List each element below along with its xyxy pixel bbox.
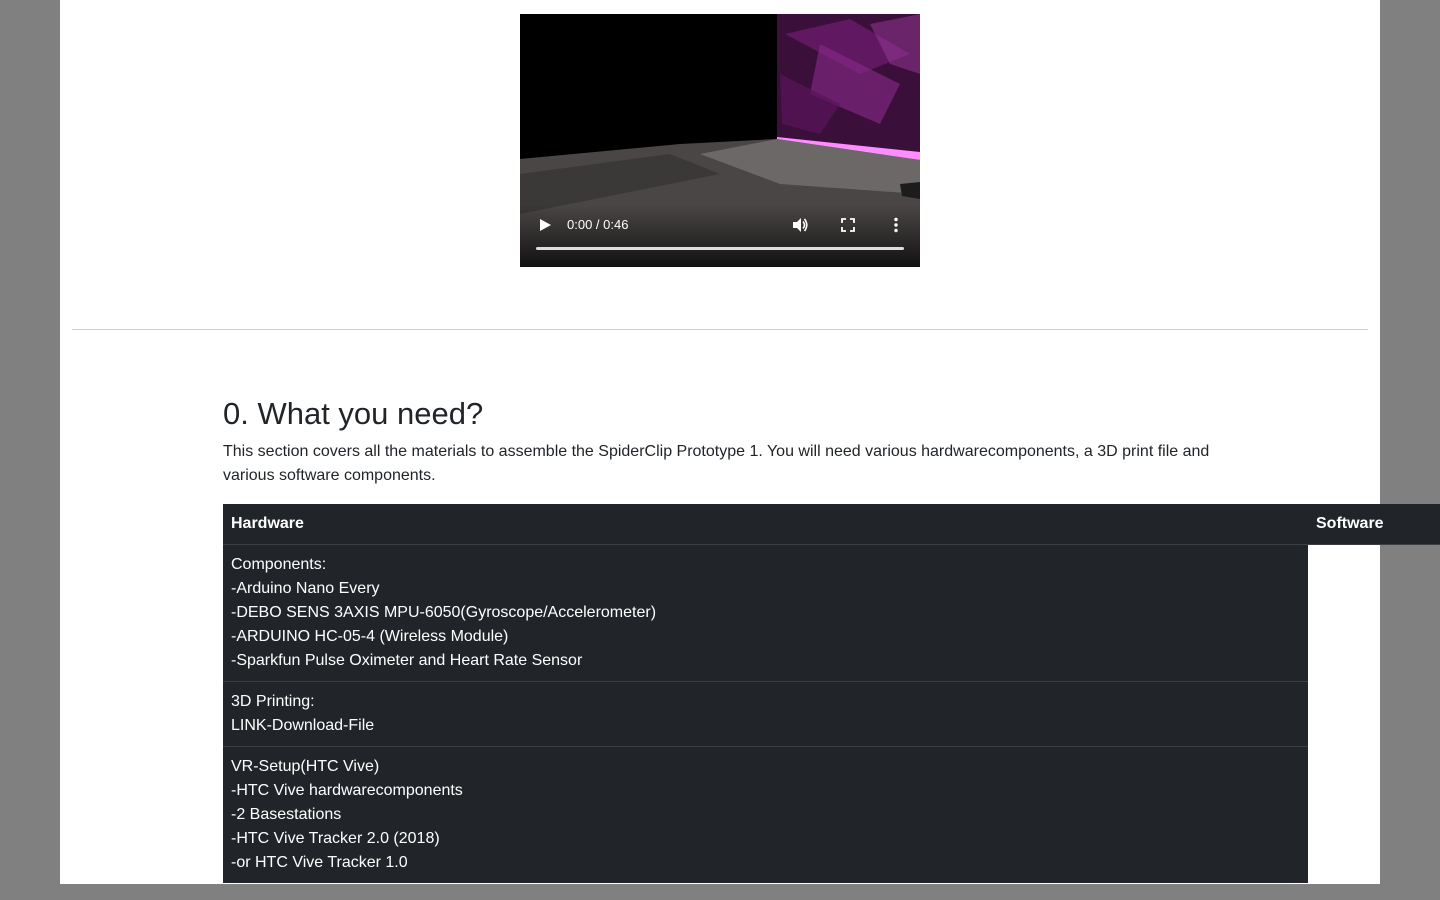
table-row: Components: -Arduino Nano Every -DEBO SE…	[223, 545, 1308, 682]
video-controls: 0:00 / 0:46	[520, 205, 920, 267]
header-hardware: Hardware	[231, 515, 304, 532]
download-file-link[interactable]: LINK-Download-File	[231, 714, 1300, 738]
table-cell-line: -HTC Vive hardwarecomponents	[231, 782, 463, 799]
materials-table-header: Hardware Software	[223, 504, 1440, 545]
header-software: Software	[1316, 515, 1384, 532]
more-vertical-icon[interactable]	[887, 216, 905, 234]
section-content: 0. What you need? This section covers al…	[223, 392, 1223, 488]
table-cell-line: Components:	[231, 556, 327, 573]
table-cell-line: -or HTC Vive Tracker 1.0	[231, 854, 408, 871]
table-cell-line: -ARDUINO HC-05-4 (Wireless Module)	[231, 628, 509, 645]
table-cell-line: VR-Setup(HTC Vive)	[231, 758, 380, 775]
section-intro: This section covers all the materials to…	[223, 443, 1210, 484]
table-cell-line: -HTC Vive Tracker 2.0 (2018)	[231, 830, 440, 847]
table-row: 3D Printing: LINK-Download-File	[223, 682, 1308, 747]
play-icon[interactable]	[538, 218, 552, 232]
materials-table-body: Components: -Arduino Nano Every -DEBO SE…	[223, 545, 1308, 883]
fullscreen-icon[interactable]	[839, 216, 857, 234]
video-progress-bar[interactable]	[536, 247, 904, 250]
video-time-display: 0:00 / 0:46	[567, 217, 629, 232]
video-player[interactable]: 0:00 / 0:46	[520, 14, 920, 267]
table-cell-line: 3D Printing:	[231, 693, 315, 710]
table-cell-line: -Sparkfun Pulse Oximeter and Heart Rate …	[231, 652, 583, 669]
section-heading: 0. What you need?	[223, 396, 484, 431]
table-cell-line: -2 Basestations	[231, 806, 342, 823]
table-row: VR-Setup(HTC Vive) -HTC Vive hardwarecom…	[223, 747, 1308, 883]
volume-icon[interactable]	[791, 216, 809, 234]
table-cell-line: -DEBO SENS 3AXIS MPU-6050(Gyroscope/Acce…	[231, 604, 657, 621]
table-cell-line: -Arduino Nano Every	[231, 580, 380, 597]
section-divider	[72, 329, 1368, 330]
